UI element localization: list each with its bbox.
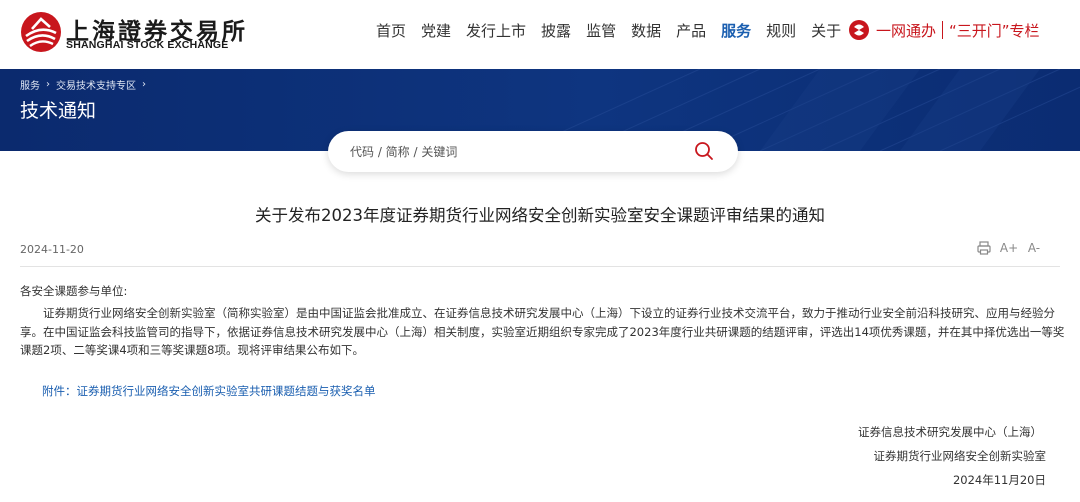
nav-item-products[interactable]: 产品 [676, 20, 706, 42]
breadcrumb-item-services[interactable]: 服务 [20, 77, 40, 92]
one-stop-service-link[interactable]: 一网通办 [876, 20, 936, 41]
nav-item-disclosure[interactable]: 披露 [541, 20, 571, 42]
nav-item-supervision[interactable]: 监管 [586, 20, 616, 42]
nav-item-services[interactable]: 服务 [721, 20, 751, 42]
search-icon[interactable] [694, 141, 714, 161]
article-body: 证券期货行业网络安全创新实验室（简称实验室）是由中国证监会批准成立、在证券信息技… [20, 306, 1065, 357]
nav-item-listing[interactable]: 发行上市 [466, 20, 526, 42]
signature-org-2: 证券期货行业网络安全创新实验室 [873, 449, 1047, 463]
main-nav: 首页 党建 发行上市 披露 监管 数据 产品 服务 规则 关于 [376, 20, 856, 42]
nav-item-party[interactable]: 党建 [421, 20, 451, 42]
article-tools: A+ A- [976, 240, 1042, 256]
article-title: 关于发布2023年度证券期货行业网络安全创新实验室安全课题评审结果的通知 [255, 206, 825, 225]
search-input[interactable] [350, 131, 680, 172]
gov-service-links: 一网通办 “三开门”专栏 [848, 18, 1040, 42]
chevron-right-icon: › [46, 79, 50, 90]
print-icon[interactable] [976, 240, 992, 256]
sse-logo[interactable]: 上海證券交易所 SHANGHAI STOCK EXCHANGE [20, 11, 245, 53]
signature-date: 2024年11月20日 [952, 473, 1046, 487]
chevron-right-icon: › [142, 79, 146, 90]
nav-item-rules[interactable]: 规则 [766, 20, 796, 42]
gov-divider [942, 21, 944, 39]
title-divider [20, 266, 1060, 267]
three-doors-column-link[interactable]: “三开门”专栏 [949, 20, 1040, 41]
nav-item-home[interactable]: 首页 [376, 20, 406, 42]
signature-org-1: 证券信息技术研究发展中心（上海） [858, 425, 1042, 439]
sse-logo-icon [21, 12, 61, 52]
salutation: 各安全课题参与单位: [20, 284, 128, 298]
page-title: 技术通知 [20, 100, 97, 122]
breadcrumb: 服务 › 交易技术支持专区 › [20, 77, 152, 92]
site-header: 上海證券交易所 SHANGHAI STOCK EXCHANGE 首页 党建 发行… [0, 0, 1080, 69]
nav-item-about[interactable]: 关于 [811, 20, 841, 42]
publish-date: 2024-11-20 [20, 243, 84, 256]
breadcrumb-item-tech-support[interactable]: 交易技术支持专区 [56, 77, 136, 92]
logo-english-name: SHANGHAI STOCK EXCHANGE [66, 39, 229, 51]
font-smaller-button[interactable]: A- [1026, 240, 1042, 256]
attachment-link[interactable]: 附件：证券期货行业网络安全创新实验室共研课题结题与获奖名单 [42, 383, 376, 399]
nav-item-data[interactable]: 数据 [631, 20, 661, 42]
one-stop-service-icon [849, 20, 869, 40]
font-larger-button[interactable]: A+ [1000, 240, 1018, 256]
search-box [328, 131, 738, 172]
